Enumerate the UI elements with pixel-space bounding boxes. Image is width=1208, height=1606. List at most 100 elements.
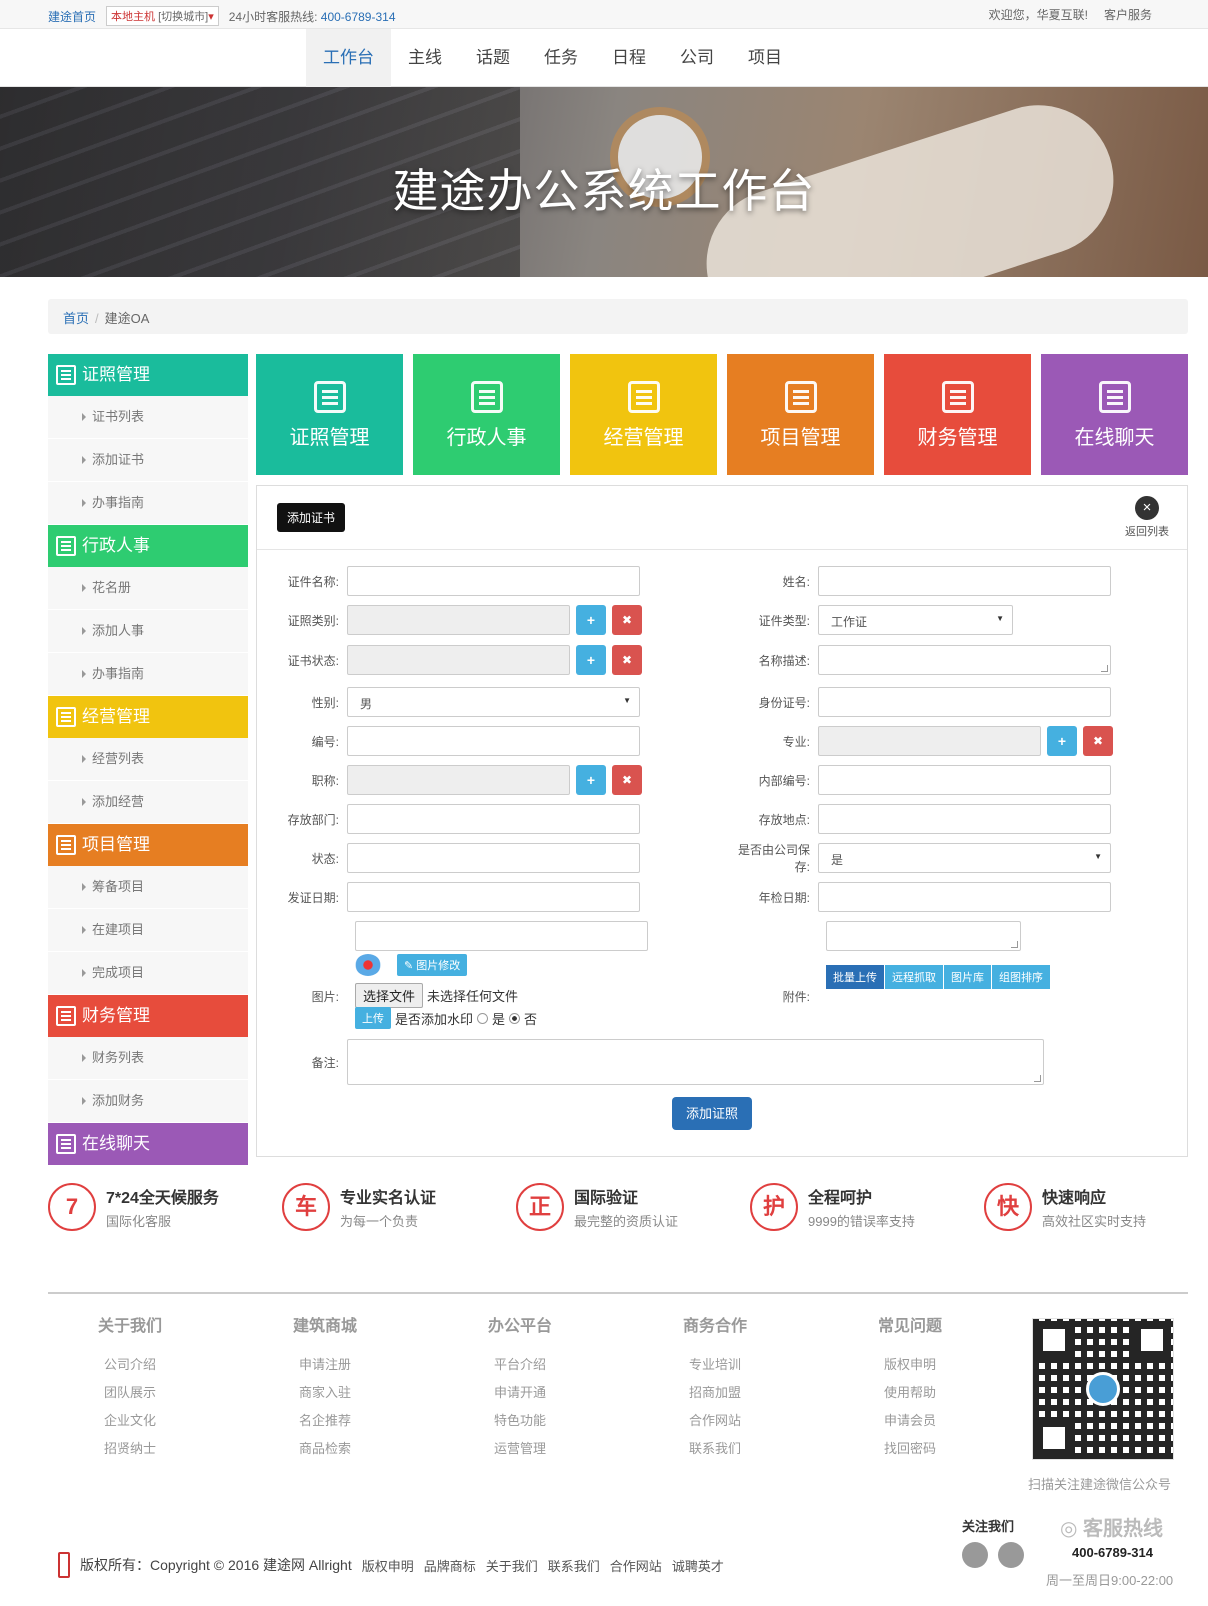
footer-link[interactable]: 公司介绍 <box>48 1351 212 1379</box>
watermark-no-radio[interactable] <box>509 1012 521 1024</box>
footer-link[interactable]: 申请开通 <box>438 1379 602 1407</box>
footer-link[interactable]: 版权申明 <box>828 1351 992 1379</box>
add-title-button[interactable]: + <box>576 765 606 795</box>
sidebar-header-hr[interactable]: 行政人事 <box>48 525 248 567</box>
add-status-button[interactable]: + <box>576 645 606 675</box>
sidebar-header-business[interactable]: 经营管理 <box>48 696 248 738</box>
name-desc-textarea[interactable] <box>818 645 1111 675</box>
footer-link[interactable]: 团队展示 <box>48 1379 212 1407</box>
cert-type-select[interactable]: 工作证 <box>818 605 1013 635</box>
tile-finance[interactable]: 财务管理 <box>884 354 1031 475</box>
submit-button[interactable]: 添加证照 <box>672 1097 752 1130</box>
remove-status-button[interactable]: ✖ <box>612 645 642 675</box>
footer-bottom-link[interactable]: 合作网站 <box>610 1556 662 1575</box>
sidebar-item-business-list[interactable]: 经营列表 <box>48 738 248 781</box>
sidebar-item-add-finance[interactable]: 添加财务 <box>48 1080 248 1123</box>
footer-link[interactable]: 名企推荐 <box>243 1407 407 1435</box>
remote-fetch-button[interactable]: 远程抓取 <box>885 965 944 989</box>
remove-title-button[interactable]: ✖ <box>612 765 642 795</box>
cert-category-input[interactable] <box>347 605 570 635</box>
footer-link[interactable]: 联系我们 <box>633 1435 797 1463</box>
sidebar-item-building-projects[interactable]: 在建项目 <box>48 909 248 952</box>
qq-icon[interactable] <box>998 1542 1024 1568</box>
footer-link[interactable]: 申请注册 <box>243 1351 407 1379</box>
add-category-button[interactable]: + <box>576 605 606 635</box>
issue-date-input[interactable] <box>347 882 640 912</box>
sidebar-header-cert[interactable]: 证照管理 <box>48 354 248 396</box>
sidebar-item-done-projects[interactable]: 完成项目 <box>48 952 248 995</box>
footer-link[interactable]: 招商加盟 <box>633 1379 797 1407</box>
footer-link[interactable]: 专业培训 <box>633 1351 797 1379</box>
nav-workbench[interactable]: 工作台 <box>306 29 391 87</box>
storage-place-input[interactable] <box>818 804 1111 834</box>
footer-bottom-link[interactable]: 品牌商标 <box>424 1556 476 1575</box>
image-sort-button[interactable]: 组图排序 <box>992 965 1051 989</box>
sidebar-header-project[interactable]: 项目管理 <box>48 824 248 866</box>
tile-project[interactable]: 项目管理 <box>727 354 874 475</box>
footer-link[interactable]: 找回密码 <box>828 1435 992 1463</box>
tile-hr[interactable]: 行政人事 <box>413 354 560 475</box>
image-path-input[interactable] <box>355 921 648 951</box>
sidebar-item-hr-guide[interactable]: 办事指南 <box>48 653 248 696</box>
sidebar-item-finance-list[interactable]: 财务列表 <box>48 1037 248 1080</box>
nav-mainline[interactable]: 主线 <box>391 29 459 87</box>
internal-number-input[interactable] <box>818 765 1111 795</box>
sidebar-item-add-business[interactable]: 添加经营 <box>48 781 248 824</box>
footer-bottom-link[interactable]: 关于我们 <box>486 1556 538 1575</box>
title-input[interactable] <box>347 765 570 795</box>
nav-company[interactable]: 公司 <box>663 29 731 87</box>
footer-bottom-link[interactable]: 联系我们 <box>548 1556 600 1575</box>
company-keep-select[interactable]: 是 <box>818 843 1111 873</box>
image-edit-button[interactable]: ✎ 图片修改 <box>397 954 468 976</box>
cert-status-input[interactable] <box>347 645 570 675</box>
customer-service-link[interactable]: 客户服务 <box>1104 6 1152 23</box>
id-number-input[interactable] <box>818 687 1111 717</box>
choose-file-button[interactable]: 选择文件 <box>355 983 424 1008</box>
number-input[interactable] <box>347 726 640 756</box>
footer-link[interactable]: 企业文化 <box>48 1407 212 1435</box>
tile-cert[interactable]: 证照管理 <box>256 354 403 475</box>
sidebar-item-cert-list[interactable]: 证书列表 <box>48 396 248 439</box>
footer-link[interactable]: 商家入驻 <box>243 1379 407 1407</box>
sidebar-item-roster[interactable]: 花名册 <box>48 567 248 610</box>
footer-link[interactable]: 合作网站 <box>633 1407 797 1435</box>
storage-dept-input[interactable] <box>347 804 640 834</box>
cert-name-input[interactable] <box>347 566 640 596</box>
footer-bottom-link[interactable]: 诚聘英才 <box>672 1556 724 1575</box>
remove-major-button[interactable]: ✖ <box>1083 726 1113 756</box>
batch-upload-button[interactable]: 批量上传 <box>826 965 885 989</box>
footer-link[interactable]: 运营管理 <box>438 1435 602 1463</box>
upload-button[interactable]: 上传 <box>355 1007 391 1029</box>
footer-link[interactable]: 申请会员 <box>828 1407 992 1435</box>
footer-link[interactable]: 特色功能 <box>438 1407 602 1435</box>
tile-chat[interactable]: 在线聊天 <box>1041 354 1188 475</box>
add-major-button[interactable]: + <box>1047 726 1077 756</box>
sidebar-header-finance[interactable]: 财务管理 <box>48 995 248 1037</box>
status-input[interactable] <box>347 843 640 873</box>
image-library-button[interactable]: 图片库 <box>944 965 992 989</box>
footer-link[interactable]: 招贤纳士 <box>48 1435 212 1463</box>
remark-textarea[interactable] <box>347 1039 1044 1085</box>
footer-link[interactable]: 平台介绍 <box>438 1351 602 1379</box>
attachment-textarea[interactable] <box>826 921 1021 951</box>
tile-business[interactable]: 经营管理 <box>570 354 717 475</box>
nav-tasks[interactable]: 任务 <box>527 29 595 87</box>
nav-topics[interactable]: 话题 <box>459 29 527 87</box>
footer-link[interactable]: 商品检索 <box>243 1435 407 1463</box>
footer-link[interactable]: 使用帮助 <box>828 1379 992 1407</box>
city-switcher[interactable]: 本地主机 [切换城市]▾ <box>106 6 219 26</box>
name-input[interactable] <box>818 566 1111 596</box>
weibo-icon[interactable] <box>962 1542 988 1568</box>
sidebar-item-guide[interactable]: 办事指南 <box>48 482 248 525</box>
major-input[interactable] <box>818 726 1041 756</box>
remove-category-button[interactable]: ✖ <box>612 605 642 635</box>
nav-schedule[interactable]: 日程 <box>595 29 663 87</box>
annual-date-input[interactable] <box>818 882 1111 912</box>
image-thumbnail[interactable] <box>355 954 381 976</box>
back-to-list-button[interactable]: × 返回列表 <box>1125 496 1169 539</box>
nav-projects[interactable]: 项目 <box>731 29 799 87</box>
sidebar-item-add-cert[interactable]: 添加证书 <box>48 439 248 482</box>
watermark-yes-radio[interactable] <box>477 1012 489 1024</box>
home-link[interactable]: 建途首页 <box>48 8 96 25</box>
sidebar-item-prep-projects[interactable]: 筹备项目 <box>48 866 248 909</box>
